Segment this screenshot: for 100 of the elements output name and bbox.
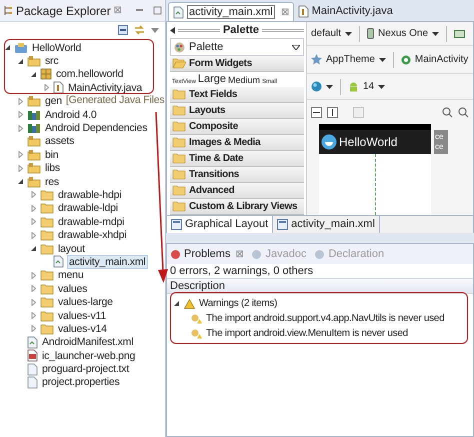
collapsed-arrow-icon[interactable] bbox=[17, 98, 24, 105]
source-folder-icon bbox=[27, 162, 41, 174]
tree-item[interactable]: src bbox=[44, 55, 60, 68]
tree-item[interactable]: drawable-hdpi bbox=[57, 188, 122, 201]
tree-item[interactable]: values-v14 bbox=[57, 322, 108, 335]
palette-category[interactable]: Layouts bbox=[170, 103, 304, 119]
widget-item[interactable]: Large bbox=[198, 70, 226, 87]
zoom-in-icon[interactable] bbox=[458, 106, 469, 118]
tree-item[interactable]: assets bbox=[44, 135, 76, 148]
source-folder-icon bbox=[27, 95, 41, 108]
palette-category[interactable]: Transitions bbox=[170, 167, 304, 183]
dropdown-caret-icon[interactable] bbox=[345, 32, 352, 36]
tree-item[interactable]: libs bbox=[44, 162, 61, 174]
tree-item[interactable]: values-v11 bbox=[57, 310, 107, 322]
view-tab[interactable]: Problems ⊠ bbox=[170, 246, 244, 262]
maximize-icon[interactable] bbox=[153, 6, 162, 15]
api-level-dropdown[interactable]: 14 bbox=[363, 79, 374, 94]
collapsed-arrow-icon[interactable] bbox=[30, 232, 37, 239]
collapsed-arrow-icon[interactable] bbox=[30, 298, 37, 306]
palette-category[interactable]: Composite bbox=[170, 119, 304, 135]
collapsed-arrow-icon[interactable] bbox=[17, 111, 24, 118]
dropdown-caret-icon[interactable] bbox=[432, 32, 440, 36]
java-file-icon bbox=[53, 81, 64, 94]
link-editor-icon[interactable] bbox=[134, 25, 145, 35]
dropdown-caret-icon[interactable] bbox=[378, 58, 386, 62]
tree-item[interactable]: layout bbox=[57, 242, 86, 255]
collapsed-arrow-icon[interactable] bbox=[30, 285, 37, 292]
zoom-out-icon[interactable] bbox=[442, 106, 453, 118]
warning-icon bbox=[191, 328, 202, 338]
expanded-arrow-icon[interactable] bbox=[30, 245, 37, 252]
collapsed-arrow-icon[interactable] bbox=[30, 191, 37, 198]
fit-height-icon[interactable] bbox=[327, 106, 338, 118]
expanded-arrow-icon[interactable] bbox=[17, 58, 24, 65]
editor-mode-tab[interactable]: Graphical Layout bbox=[167, 216, 274, 232]
tree-item[interactable]: proguard-project.txt bbox=[41, 363, 130, 376]
app-title: HelloWorld bbox=[339, 134, 398, 151]
device-dropdown[interactable]: Nexus One bbox=[378, 26, 428, 41]
panel-title[interactable]: Package Explorer bbox=[16, 2, 111, 20]
expanded-arrow-icon[interactable] bbox=[17, 178, 24, 186]
expanded-arrow-icon[interactable] bbox=[30, 70, 37, 78]
collapsed-arrow-icon[interactable] bbox=[43, 84, 50, 92]
collapse-arrow-icon[interactable] bbox=[170, 26, 175, 34]
editor-tab[interactable]: MainActivity.java bbox=[294, 2, 397, 21]
folder-icon bbox=[172, 105, 186, 116]
expanded-arrow-icon[interactable] bbox=[173, 300, 180, 307]
collapsed-arrow-icon[interactable] bbox=[30, 218, 37, 226]
tree-item[interactable]: drawable-ldpi bbox=[57, 202, 119, 214]
editor-tab[interactable]: activity_main.xml ⊠ bbox=[168, 2, 294, 21]
tree-item[interactable]: drawable-mdpi bbox=[57, 216, 126, 228]
column-header[interactable]: Description bbox=[167, 278, 473, 294]
palette-category[interactable]: Images & Media bbox=[170, 135, 304, 151]
tree-item[interactable]: Android Dependencies bbox=[44, 122, 148, 134]
tree-item[interactable]: AndroidManifest.xml bbox=[41, 336, 134, 348]
config-dropdown[interactable]: default bbox=[311, 26, 342, 41]
collapsed-arrow-icon[interactable] bbox=[30, 204, 37, 212]
palette-category[interactable]: Form Widgets bbox=[170, 56, 304, 72]
tree-item[interactable]: drawable-xhdpi bbox=[57, 229, 128, 242]
project-icon bbox=[14, 42, 28, 54]
dropdown-caret-icon[interactable] bbox=[378, 84, 386, 88]
palette-category[interactable]: Time & Date bbox=[170, 151, 304, 167]
expanded-arrow-icon[interactable] bbox=[4, 44, 11, 52]
tree-item[interactable]: activity_main.xml bbox=[67, 254, 148, 269]
dropdown-caret-icon[interactable] bbox=[326, 84, 333, 88]
palette-category[interactable]: Advanced bbox=[170, 183, 304, 199]
warning-message[interactable]: The import android.view.MenuItem is never used bbox=[206, 326, 408, 341]
tree-item[interactable]: ic_launcher-web.png bbox=[41, 350, 136, 362]
collapsed-arrow-icon[interactable] bbox=[17, 164, 24, 172]
collapse-all-icon[interactable] bbox=[118, 25, 128, 35]
view-tab-icon bbox=[251, 248, 262, 260]
tree-item[interactable]: MainActivity.java bbox=[67, 82, 144, 94]
activity-dropdown[interactable]: MainActivity bbox=[414, 52, 468, 67]
tree-item[interactable]: Android 4.0 bbox=[44, 108, 98, 121]
tree-item[interactable]: menu bbox=[57, 269, 84, 282]
collapsed-arrow-icon[interactable] bbox=[17, 124, 24, 132]
grid-toggle-icon[interactable] bbox=[353, 106, 364, 118]
tree-item[interactable]: values bbox=[57, 282, 88, 295]
palette-dropdown[interactable]: Palette bbox=[170, 38, 304, 56]
tree-item[interactable]: bin bbox=[44, 148, 60, 161]
tree-item[interactable]: HelloWorld bbox=[31, 42, 82, 54]
tree-item[interactable]: Warnings (2 items) bbox=[199, 296, 278, 311]
image-file-icon bbox=[27, 349, 38, 362]
tree-item[interactable]: res bbox=[44, 176, 60, 188]
theme-dropdown[interactable]: AppTheme bbox=[326, 52, 375, 67]
outline-label: ce bbox=[435, 132, 444, 142]
palette-category[interactable]: Text Fields bbox=[170, 87, 304, 103]
warning-message[interactable]: The import android.support.v4.app.NavUtils is never used bbox=[206, 311, 444, 326]
collapsed-arrow-icon[interactable] bbox=[17, 151, 24, 158]
tree-item[interactable]: com.helloworld bbox=[55, 68, 124, 80]
view-menu-icon[interactable] bbox=[151, 28, 159, 32]
collapsed-arrow-icon[interactable] bbox=[30, 272, 37, 279]
tree-item[interactable]: values-large bbox=[57, 296, 114, 308]
widget-item[interactable]: Medium bbox=[228, 74, 260, 87]
collapsed-arrow-icon[interactable] bbox=[30, 325, 37, 332]
collapsed-arrow-icon[interactable] bbox=[30, 312, 37, 319]
text-file-icon bbox=[27, 376, 38, 389]
tree-item[interactable]: gen bbox=[44, 95, 63, 108]
fit-width-icon[interactable] bbox=[311, 106, 322, 118]
tree-item[interactable]: project.properties bbox=[41, 376, 121, 388]
palette-category[interactable]: Custom & Library Views bbox=[170, 199, 304, 215]
folder-icon bbox=[40, 188, 54, 201]
